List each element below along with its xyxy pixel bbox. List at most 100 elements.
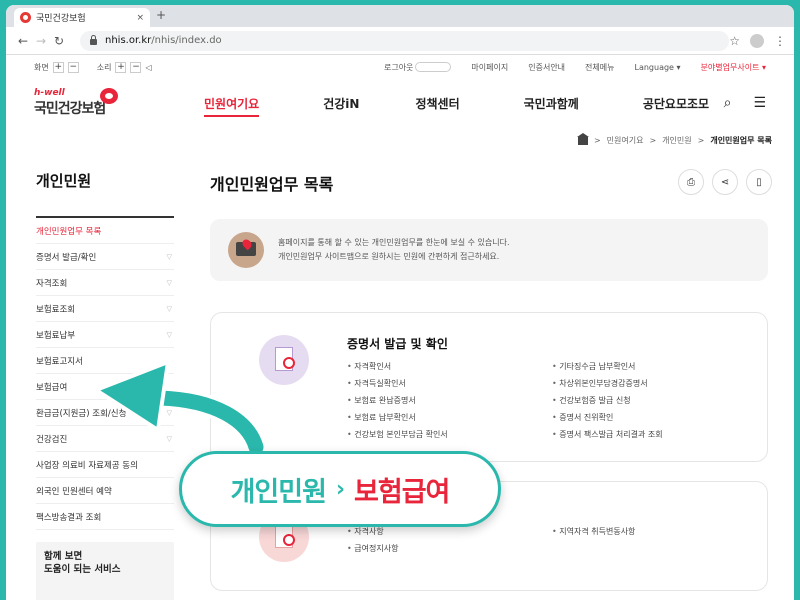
lnb-item-foreigner-center[interactable]: 외국인 민원센터 예약: [36, 478, 174, 504]
url-input[interactable]: nhis.or.kr/nhis/index.do: [80, 30, 730, 51]
lnb-item-workplace-consent[interactable]: 사업장 의료비 자료제공 동의: [36, 452, 174, 478]
card-link[interactable]: 차상위본인부담경감증명서: [552, 378, 757, 395]
breadcrumb-sep: >: [593, 136, 601, 145]
cert-link[interactable]: 인증서안내: [528, 62, 565, 73]
sound-down-button[interactable]: −: [130, 61, 142, 73]
card-link[interactable]: 자격사항: [347, 526, 552, 543]
screen-zoom-in-button[interactable]: +: [52, 61, 64, 73]
card-link[interactable]: 증명서 진위확인: [552, 412, 757, 429]
lnb-item-certificate[interactable]: 증명서 발급/확인 ▽: [36, 244, 174, 270]
language-label: Language: [634, 62, 674, 72]
reload-icon[interactable]: ↻: [50, 34, 68, 48]
sitemap-link[interactable]: 전체메뉴: [585, 62, 614, 73]
breadcrumb-item[interactable]: 민원여기요: [607, 135, 644, 146]
affiliated-sites-select[interactable]: 분야별업무사이트 ▾: [701, 62, 766, 73]
lnb-item-label: 개인민원업무 목록: [36, 226, 102, 237]
back-icon[interactable]: ←: [14, 34, 32, 48]
lnb-item-premium-inquiry[interactable]: 보험료조회 ▽: [36, 296, 174, 322]
new-tab-icon[interactable]: +: [156, 8, 166, 22]
tab-title: 국민건강보험: [36, 14, 86, 24]
gnb-item-civil[interactable]: 민원여기요: [204, 95, 260, 117]
card-link[interactable]: 기타징수금 납부확인서: [552, 361, 757, 378]
bookmark-button[interactable]: ▯: [746, 169, 772, 195]
card-link[interactable]: 건강보험 본인부담금 확인서: [347, 429, 552, 446]
global-nav: 민원여기요 건강iN 정책센터 국민과함께 공단요모조모: [204, 79, 773, 127]
speaker-icon[interactable]: ◁: [145, 63, 151, 72]
lnb-item-eligibility[interactable]: 자격조회 ▽: [36, 270, 174, 296]
page-title: 개인민원업무 목록: [210, 175, 334, 194]
breadcrumb-item[interactable]: 개인민원: [662, 135, 691, 146]
lnb-item-list[interactable]: 개인민원업무 목록: [36, 218, 174, 244]
logo-mark-icon: [100, 88, 118, 104]
sound-label: 소리: [96, 62, 112, 72]
close-tab-icon[interactable]: ×: [136, 13, 144, 23]
gnb-item-policy[interactable]: 정책센터: [415, 95, 459, 112]
address-bar: ← → ↻ nhis.or.kr/nhis/index.do ☆ ⋮: [6, 27, 794, 55]
browser-menu-icon[interactable]: ⋮: [774, 34, 786, 48]
lnb-item-label: 보험료고지서: [36, 356, 83, 367]
lnb-item-benefits[interactable]: 보험급여: [36, 374, 174, 400]
forward-icon[interactable]: →: [32, 34, 50, 48]
callout-category: 개인민원: [230, 476, 327, 508]
breadcrumb-sep: >: [649, 136, 657, 145]
lnb-item-label: 보험급여: [36, 382, 68, 393]
card-link[interactable]: 보험료 납부확인서: [347, 412, 552, 429]
profile-avatar[interactable]: [750, 33, 764, 48]
chevron-down-icon: ▽: [166, 434, 172, 443]
mypage-link[interactable]: 마이페이지: [471, 62, 508, 73]
card-link[interactable]: 보험료 완납증명서: [347, 395, 552, 412]
logout-label: 로그아웃: [383, 62, 414, 72]
browser-tab[interactable]: 국민건강보험 ×: [14, 8, 150, 27]
card-link[interactable]: 건강보험증 발급 신청: [552, 395, 757, 412]
card-link[interactable]: 증명서 팩스발급 처리결과 조회: [552, 429, 757, 446]
breadcrumb-sep: >: [697, 136, 705, 145]
lnb-item-premium-notice[interactable]: 보험료고지서: [36, 348, 174, 374]
related-services-title-2: 도움이 되는 서비스: [44, 564, 121, 575]
chevron-down-icon: ▽: [166, 278, 172, 287]
print-button[interactable]: ⎙: [678, 169, 704, 195]
chevron-down-icon: ▽: [166, 304, 172, 313]
gnb-item-health-in[interactable]: 건강iN: [323, 95, 359, 112]
screen-zoom-out-button[interactable]: −: [67, 61, 79, 73]
site-header: h-well 국민건강보험 민원여기요 건강iN 정책센터 국민과함께 공단요모…: [6, 79, 794, 127]
bookmark-icon: ▯: [756, 176, 762, 188]
language-select[interactable]: Language ▾: [635, 63, 681, 72]
card-link[interactable]: 지역자격 취득변동사항: [552, 526, 757, 543]
lnb-item-checkup[interactable]: 건강검진 ▽: [36, 426, 174, 452]
share-button[interactable]: ⋖: [712, 169, 738, 195]
logout-link[interactable]: 로그아웃: [383, 62, 452, 73]
home-icon[interactable]: [576, 132, 589, 145]
chevron-down-icon: ▽: [166, 252, 172, 261]
card-link[interactable]: 급여정지사항: [347, 543, 552, 560]
share-icon: ⋖: [720, 176, 730, 188]
chevron-down-icon: ▽: [166, 408, 172, 417]
intro-notice: 홈페이지를 통해 할 수 있는 개인민원업무를 한눈에 보실 수 있습니다. 개…: [210, 219, 768, 281]
url-host: nhis.or.kr: [105, 35, 152, 46]
card-title: 증명서 발급 및 확인: [347, 337, 448, 351]
lnb-item-label: 환급금(지원금) 조회/신청: [36, 408, 127, 419]
site-logo[interactable]: h-well 국민건강보험: [34, 88, 124, 118]
card-link[interactable]: 자격득실확인서: [347, 378, 552, 395]
lnb-item-label: 건강검진: [36, 434, 68, 445]
gnb-item-about[interactable]: 공단요모조모: [643, 95, 709, 112]
breadcrumb: > 민원여기요 > 개인민원 > 개인민원업무 목록: [576, 132, 772, 146]
sound-up-button[interactable]: +: [115, 61, 127, 73]
callout-target: 보험급여: [354, 476, 450, 508]
lnb-item-label: 자격조회: [36, 278, 68, 289]
related-services-title-1: 함께 보면: [44, 551, 83, 562]
monitor-pin-icon: [228, 232, 264, 268]
hamburger-menu-icon[interactable]: ☰: [753, 95, 766, 111]
gnb-item-together[interactable]: 국민과함께: [524, 95, 579, 112]
user-name-field: [415, 62, 452, 72]
search-icon[interactable]: ⌕: [724, 95, 732, 111]
card-link[interactable]: 자격확인서: [347, 361, 552, 378]
page-actions: ⎙ ⋖ ▯: [678, 169, 772, 195]
bookmark-star-icon[interactable]: ☆: [729, 34, 740, 48]
lnb-item-premium-payment[interactable]: 보험료납부 ▽: [36, 322, 174, 348]
lnb-item-label: 사업장 의료비 자료제공 동의: [36, 460, 138, 471]
lnb-item-label: 보험료납부: [36, 330, 76, 341]
lnb-item-label: 팩스방송결과 조회: [36, 512, 102, 523]
lnb-item-fax-result[interactable]: 팩스방송결과 조회: [36, 504, 174, 530]
document-search-icon: [259, 335, 309, 385]
lnb-item-refund[interactable]: 환급금(지원금) 조회/신청 ▽: [36, 400, 174, 426]
